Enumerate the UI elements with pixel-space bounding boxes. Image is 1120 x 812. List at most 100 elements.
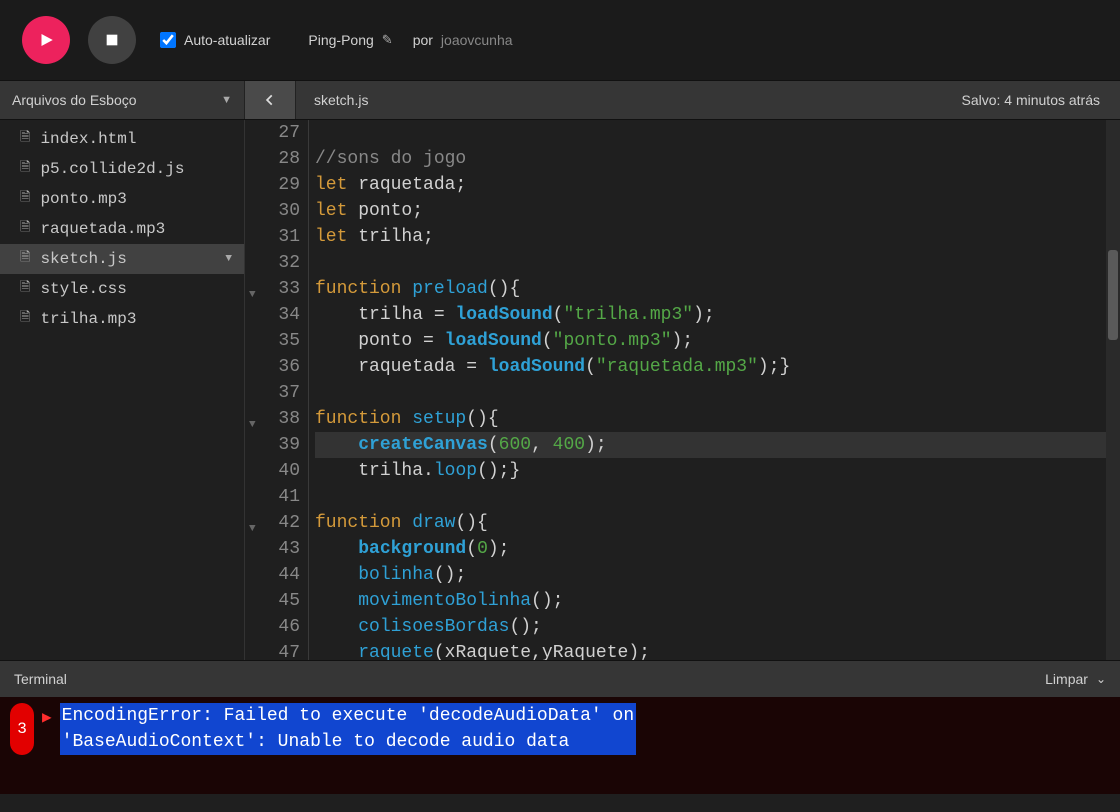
error-message[interactable]: EncodingError: Failed to execute 'decode… — [60, 703, 637, 755]
line-number: 28 — [245, 146, 300, 172]
console-clear-button[interactable]: Limpar ⌄ — [1045, 671, 1106, 687]
file-name: trilha.mp3 — [40, 310, 136, 328]
line-number: 34 — [245, 302, 300, 328]
auto-update-toggle[interactable]: Auto-atualizar — [160, 32, 270, 48]
code-line[interactable]: trilha.loop();} — [315, 458, 1106, 484]
line-number: 42▼ — [245, 510, 300, 536]
code-line[interactable] — [315, 380, 1106, 406]
code-line[interactable]: createCanvas(600, 400); — [315, 432, 1106, 458]
author-link[interactable]: joaovcunha — [441, 32, 513, 48]
code-line[interactable]: colisoesBordas(); — [315, 614, 1106, 640]
console-clear-label: Limpar — [1045, 671, 1088, 687]
error-count-badge: 3 — [10, 703, 34, 755]
files-panel-header[interactable]: Arquivos do Esboço ▼ — [0, 81, 244, 119]
console-panel: Terminal Limpar ⌄ 3 ▶ EncodingError: Fai… — [0, 660, 1120, 812]
code-line[interactable]: trilha = loadSound("trilha.mp3"); — [315, 302, 1106, 328]
scrollbar-thumb[interactable] — [1108, 250, 1118, 340]
code-line[interactable]: background(0); — [315, 536, 1106, 562]
code-line[interactable] — [315, 250, 1106, 276]
project-name: Ping-Pong — [308, 32, 373, 48]
line-number: 40 — [245, 458, 300, 484]
file-icon: 🗎 — [20, 308, 30, 330]
pencil-icon[interactable]: ✎ — [382, 32, 393, 48]
file-icon: 🗎 — [20, 278, 30, 300]
code-line[interactable]: ponto = loadSound("ponto.mp3"); — [315, 328, 1106, 354]
code-line[interactable] — [315, 120, 1106, 146]
code-line[interactable]: //sons do jogo — [315, 146, 1106, 172]
file-name: p5.collide2d.js — [40, 160, 184, 178]
code-line[interactable]: raquete(xRaquete,yRaquete); — [315, 640, 1106, 660]
stop-icon — [104, 32, 120, 48]
current-file-tab[interactable]: sketch.js — [296, 81, 386, 119]
file-item[interactable]: 🗎 p5.collide2d.js — [0, 154, 244, 184]
file-name: ponto.mp3 — [40, 190, 126, 208]
line-number: 30 — [245, 198, 300, 224]
stop-button[interactable] — [88, 16, 136, 64]
code-line[interactable]: let ponto; — [315, 198, 1106, 224]
line-number: 31 — [245, 224, 300, 250]
file-name: raquetada.mp3 — [40, 220, 165, 238]
chevron-down-icon: ⌄ — [1096, 672, 1106, 686]
line-number: 37 — [245, 380, 300, 406]
line-number: 27 — [245, 120, 300, 146]
chevron-down-icon[interactable]: ▼ — [225, 253, 232, 265]
code-line[interactable]: movimentoBolinha(); — [315, 588, 1106, 614]
line-number: 44 — [245, 562, 300, 588]
file-icon: 🗎 — [20, 128, 30, 150]
error-line-1: EncodingError: Failed to execute 'decode… — [60, 706, 637, 726]
file-item[interactable]: 🗎 sketch.js ▼ — [0, 244, 244, 274]
error-line-2: 'BaseAudioContext': Unable to decode aud… — [60, 732, 572, 752]
file-icon: 🗎 — [20, 248, 30, 270]
file-item[interactable]: 🗎 trilha.mp3 — [0, 304, 244, 334]
code-line[interactable]: function draw(){ — [315, 510, 1106, 536]
by-label: por — [413, 32, 433, 48]
code-line[interactable]: let trilha; — [315, 224, 1106, 250]
code-editor[interactable]: 27282930313233▼3435363738▼39404142▼43444… — [244, 120, 1120, 660]
code-line[interactable]: raquetada = loadSound("raquetada.mp3");} — [315, 354, 1106, 380]
file-item[interactable]: 🗎 ponto.mp3 — [0, 184, 244, 214]
code-line[interactable]: function preload(){ — [315, 276, 1106, 302]
line-number: 32 — [245, 250, 300, 276]
collapse-sidebar-button[interactable] — [244, 81, 296, 119]
console-title: Terminal — [14, 671, 67, 687]
line-number: 41 — [245, 484, 300, 510]
file-icon: 🗎 — [20, 188, 30, 210]
line-number: 29 — [245, 172, 300, 198]
file-item[interactable]: 🗎 raquetada.mp3 — [0, 214, 244, 244]
line-number: 33▼ — [245, 276, 300, 302]
files-panel-title: Arquivos do Esboço — [12, 92, 137, 108]
auto-update-label: Auto-atualizar — [184, 32, 270, 48]
file-icon: 🗎 — [20, 158, 30, 180]
auto-update-checkbox[interactable] — [160, 32, 176, 48]
line-number: 38▼ — [245, 406, 300, 432]
line-number: 35 — [245, 328, 300, 354]
editor-scrollbar[interactable] — [1106, 120, 1120, 660]
line-number: 47 — [245, 640, 300, 660]
project-title-block: Ping-Pong ✎ por joaovcunha — [308, 32, 512, 48]
line-number: 45 — [245, 588, 300, 614]
line-number: 43 — [245, 536, 300, 562]
code-area[interactable]: //sons do jogolet raquetada;let ponto;le… — [309, 120, 1106, 660]
file-icon: 🗎 — [20, 218, 30, 240]
file-item[interactable]: 🗎style.css — [0, 274, 244, 304]
code-line[interactable] — [315, 484, 1106, 510]
file-item[interactable]: 🗎 index.html — [0, 124, 244, 154]
play-button[interactable] — [22, 16, 70, 64]
line-number: 46 — [245, 614, 300, 640]
code-line[interactable]: let raquetada; — [315, 172, 1106, 198]
line-number: 39 — [245, 432, 300, 458]
code-line[interactable]: bolinha(); — [315, 562, 1106, 588]
top-toolbar: Auto-atualizar Ping-Pong ✎ por joaovcunh… — [0, 0, 1120, 80]
code-line[interactable]: function setup(){ — [315, 406, 1106, 432]
chevron-left-icon — [263, 93, 277, 107]
file-name: sketch.js — [40, 250, 126, 268]
console-footer — [0, 794, 1120, 812]
line-gutter: 27282930313233▼3435363738▼39404142▼43444… — [245, 120, 309, 660]
console-body: 3 ▶ EncodingError: Failed to execute 'de… — [0, 697, 1120, 794]
main-area: 🗎 index.html 🗎 p5.collide2d.js 🗎 ponto.mp3 🗎 ra… — [0, 120, 1120, 660]
console-header: Terminal Limpar ⌄ — [0, 661, 1120, 697]
play-icon — [37, 31, 55, 49]
chevron-down-icon: ▼ — [221, 94, 232, 106]
line-number: 36 — [245, 354, 300, 380]
file-name: index.html — [40, 130, 136, 148]
